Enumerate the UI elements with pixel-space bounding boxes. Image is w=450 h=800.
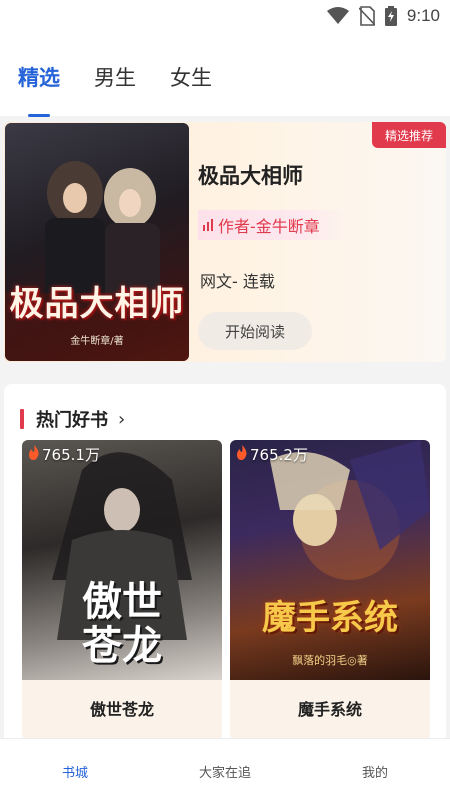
active-tab-indicator	[28, 114, 50, 117]
featured-book-cover[interactable]: 极品大相师 金牛断章/著	[5, 123, 189, 361]
book-title: 傲世苍龙	[22, 680, 222, 736]
fire-icon	[236, 445, 248, 464]
nav-mine[interactable]: 我的	[300, 758, 450, 781]
start-reading-button[interactable]: 开始阅读	[198, 312, 312, 350]
heat-value: 765.2万	[250, 446, 308, 464]
status-bar: 9:10	[0, 0, 450, 32]
chevron-right-icon: ›	[118, 408, 126, 430]
heat-count: 765.2万	[236, 444, 308, 465]
tab-featured[interactable]: 精选	[18, 56, 60, 117]
author-name: 作者-金牛断章	[218, 217, 320, 236]
featured-book-title[interactable]: 极品大相师	[198, 160, 303, 190]
book-title: 魔手系统	[230, 680, 430, 736]
cover-illustration	[270, 440, 430, 580]
heat-count: 765.1万	[28, 444, 100, 465]
heat-value: 765.1万	[42, 446, 100, 464]
status-time: 9:10	[406, 6, 440, 25]
book-cover: 765.2万 魔手系统 飘落的羽毛◎著	[230, 440, 430, 680]
fire-icon	[28, 445, 40, 464]
cover-author-text: 金牛断章/著	[70, 336, 124, 347]
section-title: 热门好书	[36, 410, 108, 431]
cover-author-text: 飘落的羽毛◎著	[292, 654, 368, 667]
cover-title-text: 魔手系统	[262, 598, 398, 638]
author-tag: 作者-金牛断章	[198, 210, 348, 240]
cover-title-text: 极品大相师	[9, 284, 185, 324]
book-card[interactable]: 765.2万 魔手系统 飘落的羽毛◎著 魔手系统	[230, 440, 430, 740]
book-card[interactable]: 765.1万 傲世 苍龙 傲世苍龙	[22, 440, 222, 740]
nav-bookstore[interactable]: 书城	[0, 758, 150, 781]
nav-trending[interactable]: 大家在追	[150, 758, 300, 781]
bar-chart-icon	[202, 216, 214, 235]
section-accent-bar	[20, 409, 24, 429]
app-root: 9:10 精选 男生 女生 极品大相师 金牛断章/著 精选推荐 极品大相师 作者…	[0, 0, 450, 800]
tab-label: 男生	[94, 66, 136, 90]
book-cover: 765.1万 傲世 苍龙	[22, 440, 222, 680]
tab-female[interactable]: 女生	[170, 56, 212, 92]
recommend-badge: 精选推荐	[372, 122, 446, 148]
bottom-navigation: 书城 大家在追 我的	[0, 738, 450, 800]
genre-status: 网文- 连载	[200, 272, 275, 291]
hot-books-section: 热门好书 › 765.1万 傲世 苍龙 傲世苍龙 765.2万 魔手系统 飘落的…	[4, 384, 446, 744]
battery-charging-icon	[384, 6, 397, 26]
hot-books-header[interactable]: 热门好书 ›	[20, 406, 125, 432]
cover-title-text: 傲世 苍龙	[82, 578, 162, 669]
wifi-icon	[326, 7, 349, 25]
tab-male[interactable]: 男生	[94, 56, 136, 92]
tab-label: 精选	[18, 66, 60, 90]
category-tabs: 精选 男生 女生	[0, 32, 450, 117]
tab-label: 女生	[170, 66, 212, 90]
cover-illustration	[5, 161, 189, 361]
no-sim-icon	[358, 6, 375, 26]
featured-book-card[interactable]: 极品大相师 金牛断章/著 精选推荐 极品大相师 作者-金牛断章 网文- 连载 开…	[4, 122, 446, 362]
